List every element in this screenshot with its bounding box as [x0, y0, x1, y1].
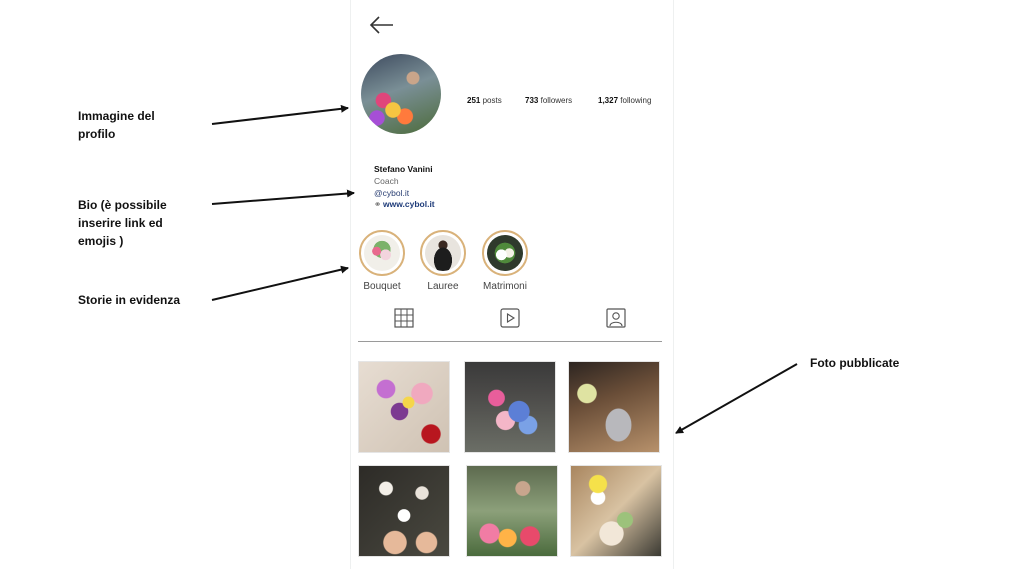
arrow-posts [675, 363, 798, 434]
highlight-label: Lauree [427, 281, 459, 292]
reels-icon[interactable] [499, 307, 521, 329]
profile-website[interactable]: ⚭ www.cybol.it [374, 198, 435, 210]
post-thumbnail[interactable] [466, 465, 558, 557]
website-text: www.cybol.it [383, 199, 435, 209]
posts-label: posts [482, 96, 502, 105]
following-label: following [620, 96, 652, 105]
grid-icon[interactable] [393, 307, 415, 329]
highlight-lauree[interactable] [420, 230, 466, 276]
followers-count: 733 [525, 96, 539, 105]
followers-label: followers [540, 96, 573, 105]
annotation-highlights: Storie in evidenza [78, 293, 181, 307]
post-thumbnail[interactable] [568, 361, 660, 453]
annotation-profile-image: Immagine del profilo [78, 109, 155, 141]
arrow-bio [211, 189, 355, 205]
tab-divider [358, 341, 662, 342]
tagged-icon[interactable] [605, 307, 627, 329]
following-stat[interactable]: 1,327 following [598, 96, 651, 105]
profile-role: Coach [374, 176, 399, 186]
annotation-bio: Bio (è possibile inserire link ed emojis… [78, 198, 167, 248]
arrow-profile-image [211, 104, 349, 125]
followers-stat[interactable]: 733 followers [525, 96, 572, 105]
posts-stat[interactable]: 251 posts [467, 96, 502, 105]
arrow-highlights [211, 265, 349, 301]
post-thumbnail[interactable] [358, 361, 450, 453]
highlight-label: Matrimoni [483, 281, 527, 292]
annotation-posts: Foto pubblicate [810, 356, 900, 370]
highlight-bouquet[interactable] [359, 230, 405, 276]
back-arrow-icon[interactable] [369, 14, 395, 36]
posts-count: 251 [467, 96, 481, 105]
post-thumbnail[interactable] [358, 465, 450, 557]
link-icon: ⚭ [374, 199, 382, 209]
highlight-label: Bouquet [363, 281, 401, 292]
post-thumbnail[interactable] [570, 465, 662, 557]
following-count: 1,327 [598, 96, 619, 105]
profile-name: Stefano Vanini [374, 164, 433, 174]
profile-avatar[interactable] [361, 54, 441, 134]
post-thumbnail[interactable] [464, 361, 556, 453]
highlight-matrimoni[interactable] [482, 230, 528, 276]
